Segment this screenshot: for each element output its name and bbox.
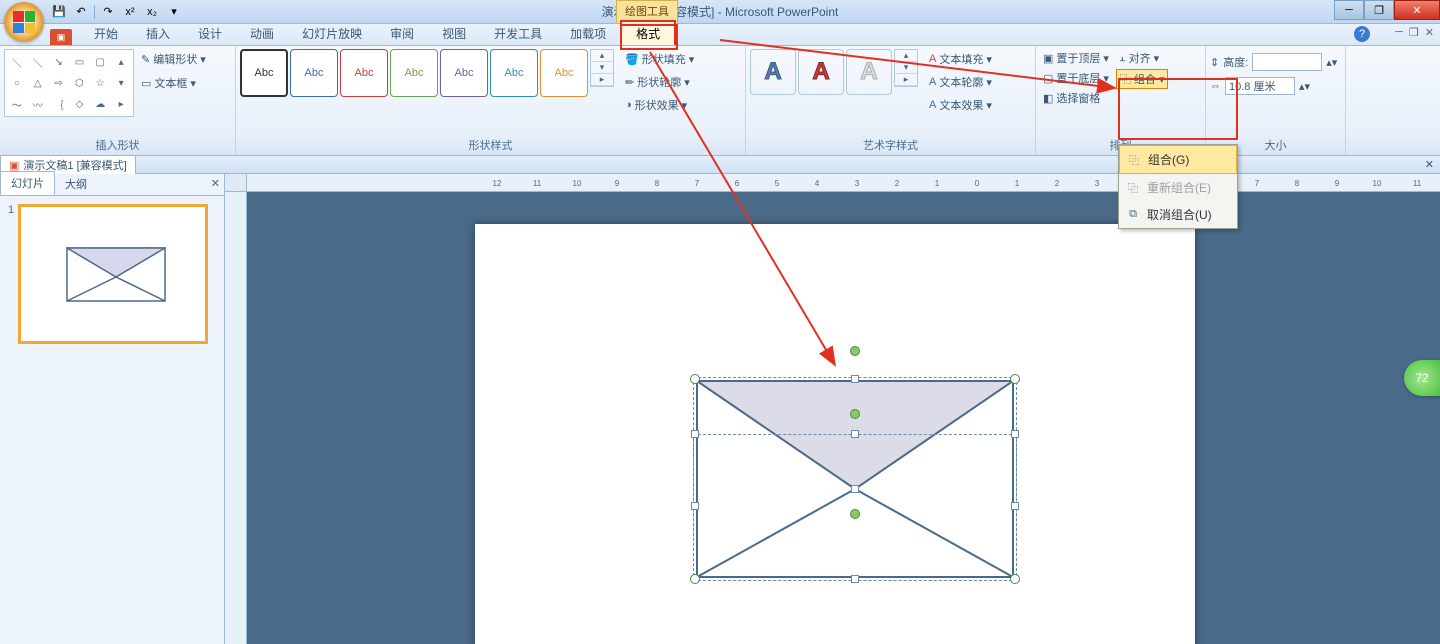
group-dropdown-menu: ⿻组合(G) ⿻重新组合(E) ⧉取消组合(U) [1118,144,1238,229]
annotation-arrows [0,0,1440,644]
menu-ungroup[interactable]: ⧉取消组合(U) [1119,201,1237,228]
menu-group[interactable]: ⿻组合(G) [1119,145,1237,174]
menu-ungroup-icon: ⧉ [1125,207,1141,223]
menu-group-icon: ⿻ [1126,152,1142,168]
menu-regroup-icon: ⿻ [1125,180,1141,196]
menu-regroup: ⿻重新组合(E) [1119,174,1237,201]
